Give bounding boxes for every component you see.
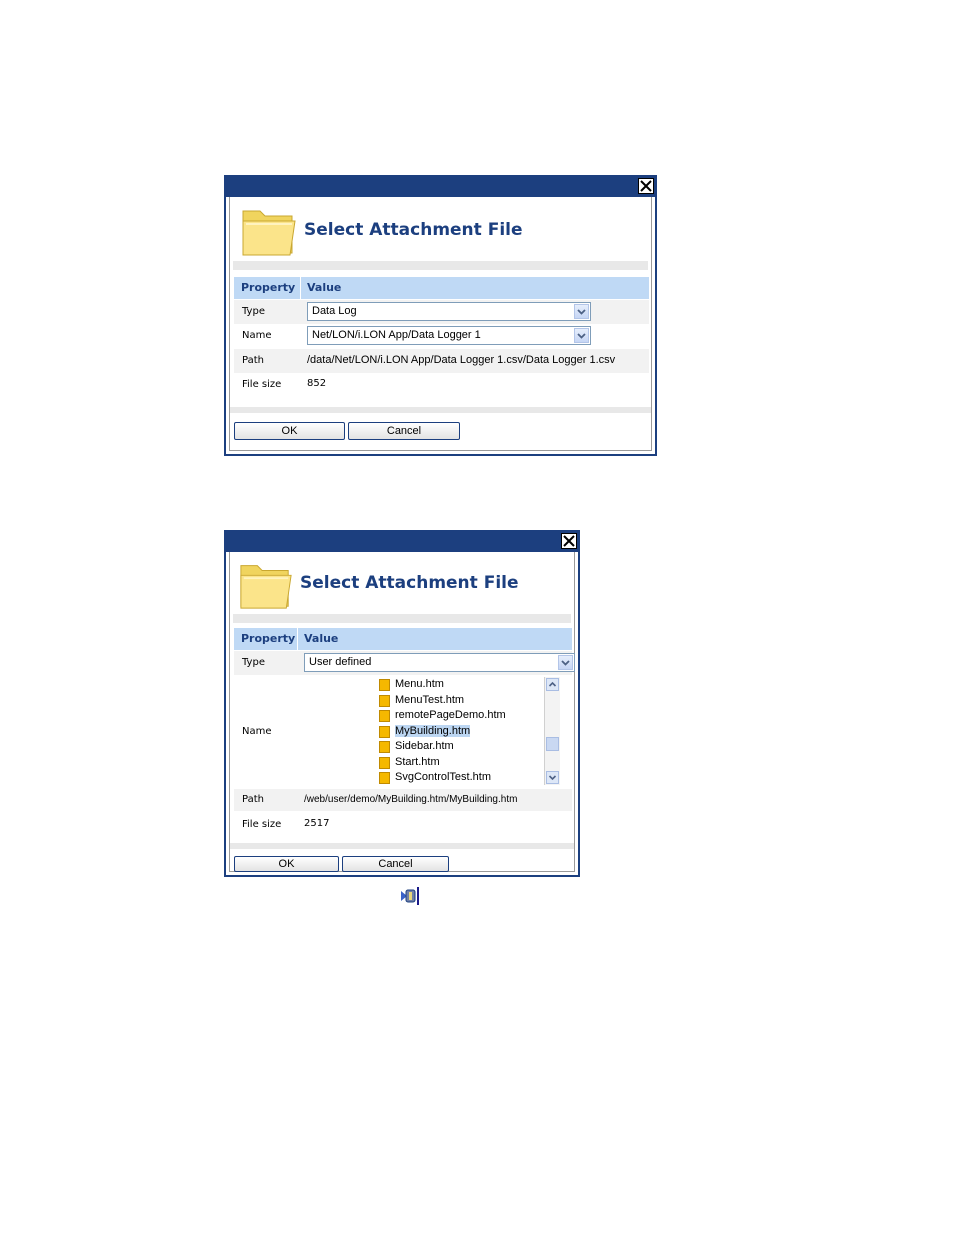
close-icon[interactable] [561, 533, 577, 549]
path-row: Path /data/Net/LON/i.LON App/Data Logger… [234, 349, 649, 373]
path-label: Path [242, 355, 264, 366]
path-value: /web/user/demo/MyBuilding.htm/MyBuilding… [304, 794, 518, 805]
scroll-thumb[interactable] [546, 737, 559, 751]
type-select[interactable]: User defined [304, 653, 575, 672]
type-row: Type Data Log [234, 300, 649, 324]
scroll-down-icon[interactable] [546, 771, 559, 784]
type-label: Type [242, 657, 265, 668]
cancel-button[interactable]: Cancel [348, 422, 460, 440]
list-item[interactable]: Sidebar.htm [379, 739, 544, 755]
chevron-down-icon[interactable] [558, 655, 573, 670]
file-icon [379, 725, 390, 738]
name-row: Name Net/LON/i.LON App/Data Logger 1 [234, 324, 649, 348]
file-size-label: File size [242, 379, 282, 390]
type-label: Type [242, 306, 265, 317]
divider [233, 261, 648, 270]
table-header: Property Value [234, 628, 572, 650]
file-icon [379, 679, 390, 691]
dialog-titlebar[interactable] [226, 532, 578, 552]
type-select[interactable]: Data Log [307, 302, 591, 321]
path-row: Path /web/user/demo/MyBuilding.htm/MyBui… [234, 789, 572, 811]
chevron-down-icon[interactable] [574, 328, 589, 343]
dialog-titlebar[interactable] [226, 177, 655, 197]
property-header: Property [241, 281, 296, 294]
file-list-scrollbar[interactable] [544, 677, 560, 785]
cancel-button[interactable]: Cancel [342, 856, 449, 872]
dialog-title: Select Attachment File [300, 573, 519, 593]
type-select-value: User defined [309, 656, 372, 668]
value-header: Value [304, 632, 339, 645]
name-label: Name [242, 726, 272, 737]
list-item-selected[interactable]: MyBuilding.htm [379, 724, 544, 740]
file-size-row: File size 2517 [234, 813, 572, 837]
file-icon [379, 772, 390, 784]
name-select-value: Net/LON/i.LON App/Data Logger 1 [312, 329, 481, 341]
file-icon [379, 756, 390, 769]
folder-icon [238, 556, 294, 616]
file-icon [379, 741, 390, 753]
name-select[interactable]: Net/LON/i.LON App/Data Logger 1 [307, 326, 591, 345]
list-item[interactable]: Menu.htm [379, 677, 544, 693]
property-header: Property [241, 632, 296, 645]
list-item[interactable]: MenuTest.htm [379, 693, 544, 709]
scroll-up-icon[interactable] [546, 678, 559, 691]
name-label: Name [242, 330, 272, 341]
folder-icon [240, 201, 298, 263]
file-size-value: 852 [307, 378, 327, 389]
divider [230, 843, 574, 849]
file-list[interactable]: Menu.htm MenuTest.htm remotePageDemo.htm… [379, 677, 544, 785]
file-icon [379, 694, 390, 707]
ok-button[interactable]: OK [234, 856, 339, 872]
dialog-title: Select Attachment File [304, 220, 523, 240]
name-row: Name Menu.htm MenuTest.htm remotePageDem… [234, 675, 572, 789]
list-item[interactable]: remotePageDemo.htm [379, 708, 544, 724]
list-item[interactable]: Start.htm [379, 755, 544, 771]
ok-button[interactable]: OK [234, 422, 345, 440]
path-value: /data/Net/LON/i.LON App/Data Logger 1.cs… [307, 354, 616, 366]
chevron-down-icon[interactable] [574, 304, 589, 319]
file-size-row: File size 852 [234, 373, 649, 397]
file-size-value: 2517 [304, 818, 330, 829]
type-select-value: Data Log [312, 305, 357, 317]
table-header: Property Value [234, 277, 649, 299]
close-icon[interactable] [638, 178, 654, 194]
list-item[interactable]: SvgControlTest.htm [379, 770, 544, 785]
divider [233, 614, 571, 623]
select-attachment-dialog-user-defined: Select Attachment File Property Value Ty… [224, 530, 580, 877]
file-icon [379, 710, 390, 722]
value-header: Value [307, 281, 342, 294]
file-size-label: File size [242, 819, 282, 830]
select-attachment-dialog-data-log: Select Attachment File Property Value Ty… [224, 175, 657, 456]
attachment-icon [400, 885, 420, 907]
divider [230, 407, 651, 413]
path-label: Path [242, 794, 264, 805]
type-row: Type User defined [234, 651, 575, 675]
